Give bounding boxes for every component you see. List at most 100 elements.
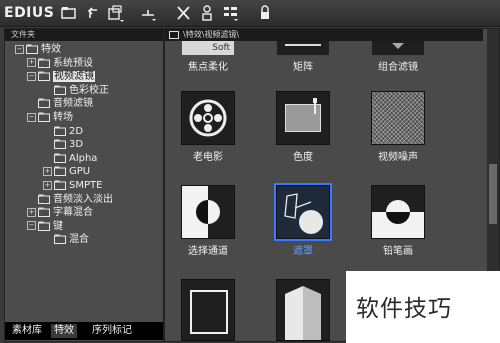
tree-item-label: 色彩校正: [69, 84, 109, 96]
folder-icon: [38, 194, 50, 204]
folder-icon: [169, 30, 179, 39]
folder-icon: [54, 139, 66, 150]
tree-item-label: 转场: [53, 112, 73, 123]
effect-combine-filter[interactable]: 组合滤镜: [363, 41, 433, 73]
expand-toggle-icon[interactable]: +: [27, 207, 36, 217]
tree-item[interactable]: 色彩校正: [43, 84, 109, 98]
effect-label: 焦点柔化: [188, 62, 228, 73]
effect-thumb: [277, 41, 329, 55]
tree-item[interactable]: − 特效: [15, 43, 61, 57]
expand-toggle-icon[interactable]: +: [27, 58, 36, 68]
view-icon[interactable]: [222, 3, 240, 23]
expand-toggle-icon[interactable]: −: [27, 71, 36, 81]
delete-icon[interactable]: [175, 3, 193, 23]
tree-item-label: GPU: [69, 166, 91, 178]
effect-thumb-row4-1[interactable]: [173, 279, 243, 341]
panel-tabs: 素材库 特效 序列标记: [5, 322, 163, 340]
folder-icon: [38, 112, 50, 122]
effect-label: 老电影: [193, 152, 223, 163]
folder-icon: [54, 234, 66, 245]
effect-thumb: [274, 183, 332, 241]
folder-icon: [54, 166, 66, 177]
effect-thumb: [371, 185, 425, 239]
tree-item-label: 3D: [69, 139, 84, 151]
folder-icon: [38, 207, 50, 218]
effect-label: 色度: [293, 152, 313, 163]
properties-icon[interactable]: [198, 3, 216, 23]
path-bar: \特效\视频滤镜\: [165, 29, 483, 41]
watermark: 软件技巧: [346, 271, 500, 343]
effect-thumb: [181, 91, 235, 145]
tree-item[interactable]: − 转场: [27, 111, 73, 125]
expand-toggle-icon[interactable]: −: [27, 112, 36, 122]
folder-icon: [38, 58, 50, 68]
effect-label: 选择通道: [188, 246, 228, 257]
import-icon[interactable]: [140, 3, 158, 23]
clip-icon[interactable]: [106, 3, 124, 23]
expand-toggle-icon[interactable]: −: [15, 44, 24, 54]
effect-thumb-row4-2[interactable]: [268, 279, 338, 341]
effect-old-film[interactable]: 老电影: [173, 91, 243, 163]
effect-mask[interactable]: 遮罩: [268, 183, 338, 257]
tree-item[interactable]: 2D: [43, 125, 83, 139]
tree-item-label: 系统预设: [53, 57, 93, 69]
effect-label: 组合滤镜: [378, 62, 418, 73]
tree-item-label: Alpha: [69, 152, 98, 164]
effect-label: 视频噪声: [378, 152, 418, 163]
effect-select-channel[interactable]: 选择通道: [173, 185, 243, 257]
expand-toggle-icon[interactable]: +: [43, 180, 52, 190]
tree-item[interactable]: + 字幕混合: [27, 206, 93, 220]
tree-item[interactable]: + SMPTE: [43, 179, 102, 193]
tree-item[interactable]: 音频淡入淡出: [27, 193, 113, 207]
tree-item[interactable]: 音频滤镜: [27, 97, 93, 111]
folder-icon: [26, 44, 38, 54]
folder-icon: [54, 153, 66, 163]
effect-matrix[interactable]: 矩阵: [268, 41, 338, 73]
tree-item[interactable]: + 系统预设: [27, 57, 93, 71]
effect-thumb: [371, 91, 425, 145]
scroll-thumb[interactable]: [489, 164, 497, 224]
tree-item[interactable]: Alpha: [43, 152, 97, 166]
expand-toggle-icon[interactable]: −: [27, 221, 36, 231]
tree-item-label: 音频滤镜: [53, 98, 93, 110]
tab-bin[interactable]: 素材库: [9, 324, 45, 338]
tree-item-label: 视频滤镜: [53, 71, 95, 83]
effect-thumb: Soft: [182, 41, 234, 55]
tab-effects[interactable]: 特效: [51, 324, 77, 338]
folder-icon: [38, 98, 50, 109]
tree-item[interactable]: − 视频滤镜: [27, 70, 95, 84]
up-icon[interactable]: [84, 3, 102, 23]
app-title: EDIUS: [4, 5, 55, 21]
expand-toggle-icon[interactable]: +: [43, 166, 52, 176]
tree-item-label: 2D: [69, 125, 84, 137]
effect-soft-focus[interactable]: Soft 焦点柔化: [173, 41, 243, 73]
tree-item-label: 字幕混合: [53, 207, 93, 219]
effect-label: 矩阵: [293, 62, 313, 73]
effect-thumb: [276, 91, 330, 145]
folder-panel-header: 文件夹: [5, 29, 163, 41]
folder-icon: [38, 71, 50, 82]
folder-icon[interactable]: [60, 3, 78, 23]
tree-item-label: SMPTE: [69, 180, 103, 191]
effect-thumb: [276, 279, 330, 341]
tab-sequence-markers[interactable]: 序列标记: [89, 324, 135, 338]
tree-item-label: 键: [53, 220, 63, 232]
effect-label: 铅笔画: [383, 246, 413, 257]
tree-item[interactable]: 3D: [43, 138, 83, 152]
lock-icon[interactable]: [256, 3, 274, 23]
path-text: \特效\视频滤镜\: [183, 30, 240, 39]
effect-video-noise[interactable]: 视频噪声: [363, 91, 433, 163]
tree-item[interactable]: 混合: [43, 233, 89, 247]
effect-chroma[interactable]: 色度: [268, 91, 338, 163]
folder-icon: [54, 126, 66, 136]
tree-item[interactable]: − 键: [27, 220, 63, 234]
effect-thumb: [372, 41, 424, 55]
folder-icon: [38, 221, 50, 231]
tree-item[interactable]: + GPU: [43, 165, 90, 179]
tree-item-label: 音频淡入淡出: [53, 193, 113, 205]
toolbar: EDIUS: [0, 0, 500, 27]
effect-pencil-sketch[interactable]: 铅笔画: [363, 185, 433, 257]
folder-icon: [54, 180, 66, 190]
effect-label: 遮罩: [293, 246, 313, 257]
effect-thumb: [181, 185, 235, 239]
